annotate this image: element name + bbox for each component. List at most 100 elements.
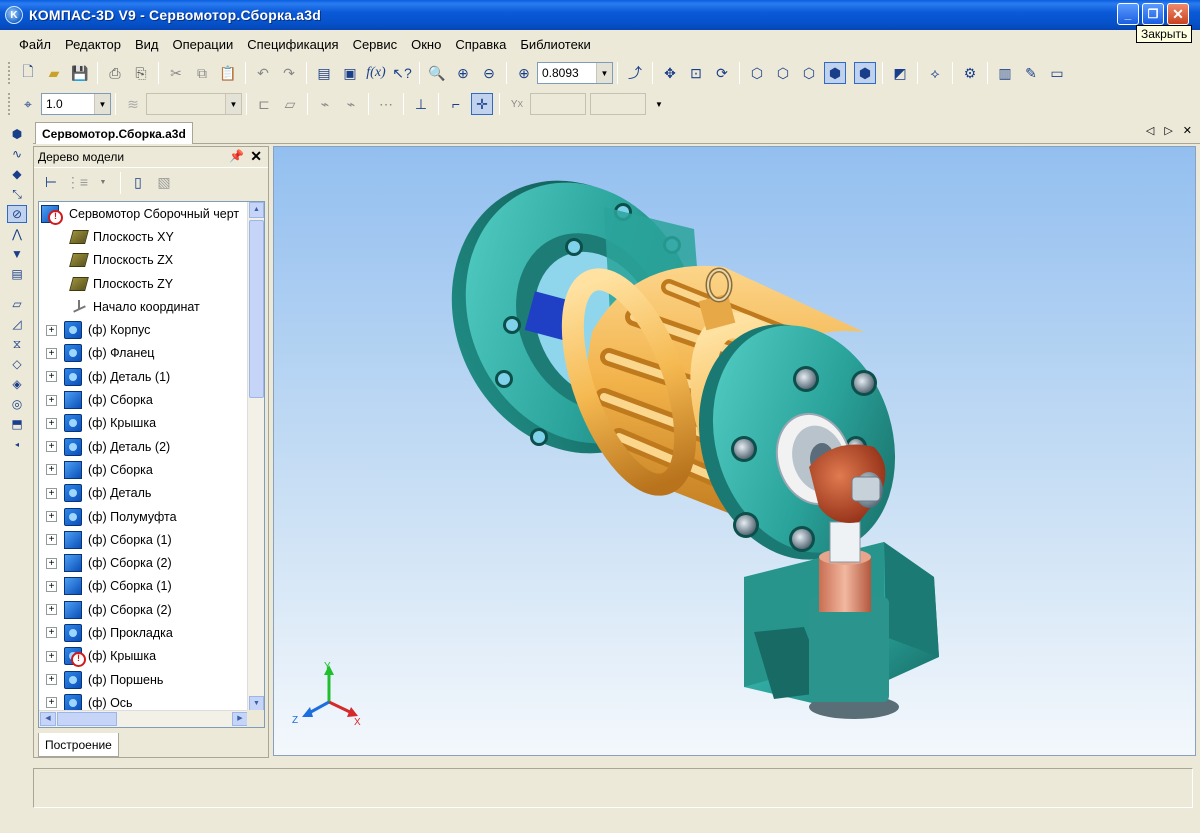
expand-icon[interactable]: + — [46, 324, 57, 336]
expand-icon[interactable]: + — [46, 557, 57, 569]
tree-item[interactable]: Начало координат — [39, 295, 245, 318]
redo-icon[interactable]: ↷ — [278, 62, 300, 84]
tree-item[interactable]: + (ф) Сборка (2) — [39, 598, 245, 621]
expand-panel-icon[interactable]: ◂ — [7, 435, 27, 453]
rotate-icon[interactable]: ⟳ — [711, 62, 733, 84]
print-preview-icon[interactable]: ⎘ — [130, 62, 152, 84]
servomotor-model[interactable]: Y X Z — [274, 147, 1196, 756]
tree-item[interactable]: + (ф) Сборка (2) — [39, 551, 245, 574]
restore-button[interactable]: ❐ — [1142, 3, 1164, 25]
plane-three-points-icon[interactable]: ⧖ — [7, 335, 27, 353]
tree-item[interactable]: + (ф) Прокладка — [39, 621, 245, 644]
menu-libraries[interactable]: Библиотеки — [513, 37, 597, 52]
tree-item[interactable]: + (ф) Корпус — [39, 318, 245, 341]
expand-icon[interactable]: + — [46, 371, 57, 383]
document-tab[interactable]: Сервомотор.Сборка.a3d — [35, 122, 193, 144]
parametric-mode-icon[interactable]: ✛ — [471, 93, 493, 115]
fit-view-icon[interactable]: ⊡ — [685, 62, 707, 84]
orientation-icon[interactable]: ⤴ — [624, 62, 646, 84]
plane-select-icon[interactable]: ▱ — [279, 93, 301, 115]
grid-icon[interactable]: ⋯ — [375, 93, 397, 115]
menu-file[interactable]: Файл — [12, 37, 58, 52]
hscroll-thumb[interactable] — [57, 712, 117, 726]
save-icon[interactable]: 💾 — [69, 62, 91, 84]
hidden-lines-icon[interactable]: ⬡ — [772, 62, 794, 84]
display-options-icon[interactable]: ▭ — [1046, 62, 1068, 84]
menu-service[interactable]: Сервис — [346, 37, 405, 52]
coord-x-field[interactable] — [530, 93, 586, 115]
expand-icon[interactable]: + — [46, 417, 57, 429]
expand-icon[interactable]: + — [46, 604, 57, 616]
measure-icon[interactable]: ▥ — [994, 62, 1016, 84]
layer-combo[interactable]: ▼ — [146, 93, 242, 115]
pan-icon[interactable]: ✥ — [659, 62, 681, 84]
toolbar-grip[interactable] — [8, 93, 11, 115]
plane-offset-icon[interactable]: ▱ — [7, 295, 27, 313]
tree-item[interactable]: + (ф) Деталь (1) — [39, 365, 245, 388]
pin-icon[interactable]: 📌 — [229, 149, 244, 163]
snap-icon[interactable]: ⌁ — [314, 93, 336, 115]
specification-icon[interactable]: ▤ — [7, 265, 27, 283]
tree-item[interactable]: + (ф) Фланец — [39, 342, 245, 365]
step-combo[interactable]: 1.0 ▼ — [41, 93, 111, 115]
filters-icon[interactable]: ▼ — [7, 245, 27, 263]
coord-y-field[interactable] — [590, 93, 646, 115]
plane-angle-icon[interactable]: ◿ — [7, 315, 27, 333]
tree-item[interactable]: + (ф) Сборка (1) — [39, 575, 245, 598]
model-viewport[interactable]: Y X Z — [273, 146, 1196, 756]
layers-icon[interactable]: ≋ — [122, 93, 144, 115]
scroll-left-icon[interactable]: ◀ — [40, 712, 56, 726]
spatial-curves-icon[interactable]: ∿ — [7, 145, 27, 163]
tree-item[interactable]: + (ф) Поршень — [39, 668, 245, 691]
new-document-icon[interactable]: 🗋 — [17, 62, 39, 84]
zoom-out-icon[interactable]: ⊖ — [478, 62, 500, 84]
round-icon[interactable]: ⌐ — [445, 93, 467, 115]
zoom-scale-icon[interactable]: ⊕ — [513, 62, 535, 84]
close-icon[interactable]: ✕ — [250, 148, 262, 165]
edit-assembly-icon[interactable]: ⬢ — [7, 125, 27, 143]
tab-construction[interactable]: Построение — [38, 733, 119, 757]
menu-window[interactable]: Окно — [404, 37, 448, 52]
expand-icon[interactable]: + — [46, 534, 57, 546]
chevron-down-icon[interactable]: ▼ — [92, 172, 114, 194]
zoom-icon[interactable]: 🔍 — [426, 62, 448, 84]
expand-icon[interactable]: + — [46, 627, 57, 639]
tree-root[interactable]: Сервомотор Сборочный черт — [39, 202, 245, 225]
mates-icon[interactable]: ⊘ — [7, 205, 27, 223]
zoom-scale-combo[interactable]: 0.8093 ▼ — [537, 62, 613, 84]
wireframe-icon[interactable]: ⬡ — [746, 62, 768, 84]
manager-icon[interactable]: ▤ — [313, 62, 335, 84]
cursor-coords-icon[interactable]: YX — [506, 93, 528, 115]
toolbar-grip[interactable] — [8, 62, 11, 84]
chevron-down-icon[interactable]: ▼ — [94, 94, 110, 114]
halftone-outline-icon[interactable]: ⬢ — [854, 62, 876, 84]
tree-item[interactable]: Плоскость ZX — [39, 249, 245, 272]
plane-normal-icon[interactable]: ◇ — [7, 355, 27, 373]
thin-lines-icon[interactable]: ⬡ — [798, 62, 820, 84]
open-folder-icon[interactable]: ▰ — [43, 62, 65, 84]
fx-icon[interactable]: f(x) — [365, 62, 387, 84]
libraries-icon[interactable]: ⚙ — [959, 62, 981, 84]
zoom-in-icon[interactable]: ⊕ — [452, 62, 474, 84]
menu-operations[interactable]: Операции — [165, 37, 240, 52]
tree-view-mode-icon[interactable]: ⋮≡ — [66, 172, 88, 194]
tree-item[interactable]: Плоскость XY — [39, 225, 245, 248]
expand-icon[interactable]: + — [46, 347, 57, 359]
chevron-down-icon[interactable]: ▼ — [225, 94, 241, 114]
expand-icon[interactable]: + — [46, 464, 57, 476]
tree-item[interactable]: + (ф) Крышка — [39, 645, 245, 668]
expand-icon[interactable]: + — [46, 441, 57, 453]
tree-item[interactable]: + (ф) Крышка — [39, 412, 245, 435]
tab-close-icon[interactable]: ✕ — [1183, 124, 1192, 137]
scroll-up-icon[interactable]: ▲ — [249, 202, 264, 218]
scroll-thumb[interactable] — [249, 220, 264, 398]
close-button[interactable]: ✕ — [1167, 3, 1189, 25]
expand-icon[interactable]: + — [46, 580, 57, 592]
tree-item[interactable]: + (ф) Сборка — [39, 388, 245, 411]
step-cursor-icon[interactable]: ⌖ — [17, 93, 39, 115]
menu-view[interactable]: Вид — [128, 37, 166, 52]
tree-vertical-scrollbar[interactable]: ▲ ▼ — [247, 202, 264, 712]
local-cs-icon[interactable]: ⊏ — [253, 93, 275, 115]
tab-prev-icon[interactable]: ◁ — [1146, 124, 1154, 137]
tab-next-icon[interactable]: ▷ — [1164, 124, 1172, 137]
